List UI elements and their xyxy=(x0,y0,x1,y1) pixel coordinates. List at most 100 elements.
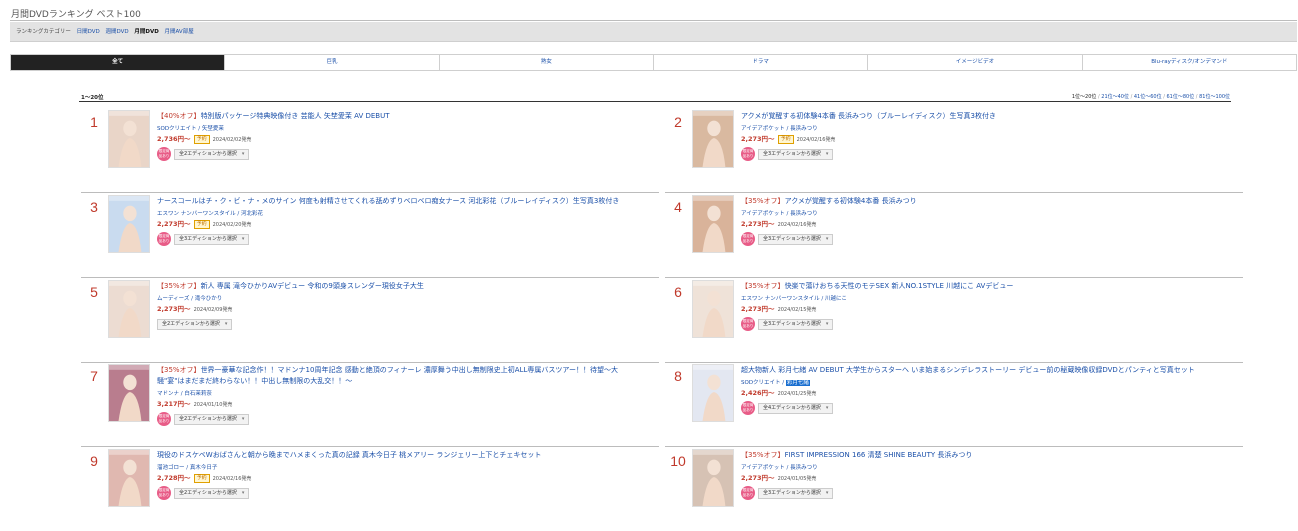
maker-text[interactable]: エスワン ナンバーワンスタイル / 川越にこ xyxy=(741,296,847,302)
category-link-weekly[interactable]: 週間DVD xyxy=(105,29,128,35)
ranking-item[interactable]: 7 【35%オフ】世界一豪華な記念作！！マドンナ10周年記念 感動と絶頂のフィナ… xyxy=(81,364,659,448)
rank-number: 8 xyxy=(674,368,682,384)
product-thumbnail[interactable] xyxy=(108,280,150,338)
title-text[interactable]: アクメが覚醒する初体験4本番 長浜みつり xyxy=(785,197,917,205)
price: 2,273円〜 xyxy=(741,305,775,313)
title-text[interactable]: 現役のドスケベWおばさんと朝から晩までハメまくった真の記録 真木今日子 桃メアリ… xyxy=(157,451,541,459)
edition-label: 全2エディションから選択 xyxy=(162,320,220,327)
page-link[interactable]: 61位〜80位 xyxy=(1166,94,1194,100)
ranking-item[interactable]: 1 【40%オフ】特別版パッケージ特典映像付き 芸能人 矢埜愛茉 AV DEBU… xyxy=(81,110,659,194)
title-text[interactable]: 特別版パッケージ特典映像付き 芸能人 矢埜愛茉 AV DEBUT xyxy=(201,112,390,120)
ranking-item[interactable]: 2 アクメが覚醒する初体験4本番 長浜みつり（ブルーレイディスク）生写真3枚付き… xyxy=(665,110,1243,194)
discount-label: 【40%オフ】 xyxy=(157,112,201,120)
maker-text[interactable]: SODクリエイト / 矢埜愛茉 xyxy=(157,126,224,132)
product-thumbnail[interactable] xyxy=(108,364,150,422)
title-text[interactable]: 快楽で蕩けおちる天性のモテSEX 新人NO.1STYLE 川越にこ AVデビュー xyxy=(785,282,1014,290)
category-link-av-room[interactable]: 月間AV部屋 xyxy=(165,29,194,35)
maker-actress: エスワン ナンバーワンスタイル / 河北彩花 xyxy=(157,210,644,218)
ranking-item[interactable]: 10 【35%オフ】FIRST IMPRESSION 166 清楚 SHINE … xyxy=(665,449,1228,531)
ranking-item[interactable]: 8 超大物新人 彩月七緒 AV DEBUT 大学生からスターへ いま始まるシンデ… xyxy=(665,364,1243,448)
ranking-item[interactable]: 4 【35%オフ】アクメが覚醒する初体験4本番 長浜みつり アイデアポケット /… xyxy=(665,195,1243,279)
product-thumbnail[interactable] xyxy=(108,195,150,253)
product-thumbnail[interactable] xyxy=(692,364,734,422)
ranking-item[interactable]: 3 ナースコールはチ・ク・ビ・ナ・メのサイン 何度も射精させてくれる舐めずりベロ… xyxy=(81,195,659,279)
maker-text[interactable]: マドンナ / 白石茉莉奈 xyxy=(157,391,212,397)
category-label: ランキングカテゴリー xyxy=(16,29,71,35)
rank-number: 5 xyxy=(90,284,98,300)
edition-select[interactable]: 全3エディションから選択 ▾ xyxy=(758,318,834,330)
product-thumbnail[interactable] xyxy=(692,110,734,168)
page-link[interactable]: 81位〜100位 xyxy=(1199,94,1230,100)
edition-select[interactable]: 全2エディションから選択 ▾ xyxy=(174,413,250,425)
product-title[interactable]: 【35%オフ】世界一豪華な記念作！！マドンナ10周年記念 感動と絶頂のフィナーレ… xyxy=(157,365,644,387)
price: 2,273円〜 xyxy=(741,220,775,228)
maker-text[interactable]: アイデアポケット / 長浜みつり xyxy=(741,211,818,217)
tab-bluray-ondemand[interactable]: Blu-rayディスク/オンデマンド xyxy=(1082,55,1296,70)
action-row: 限定商品あり 全3エディションから選択 ▾ xyxy=(741,317,1228,331)
page-title: 月間DVDランキング ベスト100 xyxy=(11,10,141,20)
preorder-badge: 予約 xyxy=(193,135,210,144)
product-title[interactable]: アクメが覚醒する初体験4本番 長浜みつり（ブルーレイディスク）生写真3枚付き xyxy=(741,111,1228,122)
release-date: 2024/02/15発売 xyxy=(777,307,817,313)
maker-text[interactable]: アイデアポケット / 長浜みつり xyxy=(741,126,818,132)
chevron-down-icon: ▾ xyxy=(825,235,829,242)
tab-image-video[interactable]: イメージビデオ xyxy=(868,55,1083,70)
product-thumbnail[interactable] xyxy=(692,449,734,507)
product-title[interactable]: 【35%オフ】快楽で蕩けおちる天性のモテSEX 新人NO.1STYLE 川越にこ… xyxy=(741,281,1228,292)
release-date: 2024/02/20発売 xyxy=(212,222,252,228)
title-text[interactable]: ナースコールはチ・ク・ビ・ナ・メのサイン 何度も射精させてくれる舐めずりベロベロ… xyxy=(157,197,619,205)
edition-select[interactable]: 全3エディションから選択 ▾ xyxy=(758,487,834,499)
edition-select[interactable]: 全4エディションから選択 ▾ xyxy=(758,402,834,414)
page-link[interactable]: 41位〜60位 xyxy=(1134,94,1162,100)
maker-text[interactable]: ムーディーズ / 滝今ひかり xyxy=(157,296,222,302)
category-link-daily[interactable]: 日間DVD xyxy=(77,29,100,35)
tab-all[interactable]: 全て xyxy=(11,55,226,70)
edition-select[interactable]: 全3エディションから選択 ▾ xyxy=(758,233,834,245)
chevron-down-icon: ▾ xyxy=(241,150,245,157)
product-title[interactable]: 【40%オフ】特別版パッケージ特典映像付き 芸能人 矢埜愛茉 AV DEBUT xyxy=(157,111,644,122)
tab-drama[interactable]: ドラマ xyxy=(653,55,869,70)
action-row: 限定商品あり 全4エディションから選択 ▾ xyxy=(741,401,1228,415)
price-row: 2,273円〜 予約 2024/02/20発売 xyxy=(157,220,644,230)
maker-text[interactable]: エスワン ナンバーワンスタイル / 河北彩花 xyxy=(157,211,263,217)
product-thumbnail[interactable] xyxy=(108,110,150,168)
pagination: 1位〜20位 / 21位〜40位 / 41位〜60位 / 61位〜80位 / 8… xyxy=(1071,94,1230,100)
ranking-item[interactable]: 9 現役のドスケベWおばさんと朝から晩までハメまくった真の記録 真木今日子 桃メ… xyxy=(81,449,644,531)
title-text[interactable]: 超大物新人 彩月七緒 AV DEBUT 大学生からスターへ いま始まるシンデレラ… xyxy=(741,366,1195,374)
maker-text[interactable]: SODクリエイト / xyxy=(741,380,786,386)
category-link-monthly[interactable]: 月間DVD xyxy=(134,29,158,35)
product-title[interactable]: 超大物新人 彩月七緒 AV DEBUT 大学生からスターへ いま始まるシンデレラ… xyxy=(741,365,1228,376)
product-title[interactable]: 【35%オフ】FIRST IMPRESSION 166 清楚 SHINE BEA… xyxy=(741,450,1228,461)
edition-select[interactable]: 全3エディションから選択 ▾ xyxy=(174,233,250,245)
title-text[interactable]: 世界一豪華な記念作！！マドンナ10周年記念 感動と絶頂のフィナーレ 濃厚舞う中出… xyxy=(157,366,618,385)
edition-select[interactable]: 全2エディションから選択 ▾ xyxy=(174,487,250,499)
tab-busty[interactable]: 巨乳 xyxy=(225,55,440,70)
rank-number: 2 xyxy=(674,114,682,130)
page-link[interactable]: 21位〜40位 xyxy=(1101,94,1129,100)
product-title[interactable]: 【35%オフ】アクメが覚醒する初体験4本番 長浜みつり xyxy=(741,196,1228,207)
edition-select[interactable]: 全2エディションから選択 ▾ xyxy=(157,318,233,330)
edition-select[interactable]: 全3エディションから選択 ▾ xyxy=(758,148,834,160)
product-title[interactable]: 【35%オフ】新人 専属 滝今ひかりAVデビュー 令和の9頭身スレンダー現役女子… xyxy=(157,281,644,292)
maker-actress: アイデアポケット / 長浜みつり xyxy=(741,210,1228,218)
maker-text[interactable]: アイデアポケット / 長浜みつり xyxy=(741,465,818,471)
release-date: 2024/01/05発売 xyxy=(777,476,817,482)
maker-text[interactable]: 溜池ゴロー / 真木今日子 xyxy=(157,465,217,471)
product-thumbnail[interactable] xyxy=(692,280,734,338)
item-divider xyxy=(665,192,1243,193)
title-text[interactable]: FIRST IMPRESSION 166 清楚 SHINE BEAUTY 長浜み… xyxy=(785,451,973,459)
product-thumbnail[interactable] xyxy=(108,449,150,507)
tab-mature[interactable]: 熟女 xyxy=(439,55,654,70)
maker-highlight[interactable]: 彩月七緒 xyxy=(785,380,810,386)
edition-select[interactable]: 全2エディションから選択 ▾ xyxy=(174,148,250,160)
title-text[interactable]: 新人 専属 滝今ひかりAVデビュー 令和の9頭身スレンダー現役女子大生 xyxy=(201,282,424,290)
ranking-category-bar: ランキングカテゴリー 日間DVD 週間DVD 月間DVD 月間AV部屋 xyxy=(10,22,1297,42)
product-thumbnail[interactable] xyxy=(692,195,734,253)
chevron-down-icon: ▾ xyxy=(825,150,829,157)
title-text[interactable]: アクメが覚醒する初体験4本番 長浜みつり（ブルーレイディスク）生写真3枚付き xyxy=(741,112,996,120)
rank-number: 6 xyxy=(674,284,682,300)
product-title[interactable]: 現役のドスケベWおばさんと朝から晩までハメまくった真の記録 真木今日子 桃メアリ… xyxy=(157,450,644,461)
ranking-item[interactable]: 6 【35%オフ】快楽で蕩けおちる天性のモテSEX 新人NO.1STYLE 川越… xyxy=(665,280,1243,364)
ranking-item[interactable]: 5 【35%オフ】新人 専属 滝今ひかりAVデビュー 令和の9頭身スレンダー現役… xyxy=(81,280,659,364)
product-title[interactable]: ナースコールはチ・ク・ビ・ナ・メのサイン 何度も射精させてくれる舐めずりベロベロ… xyxy=(157,196,644,207)
